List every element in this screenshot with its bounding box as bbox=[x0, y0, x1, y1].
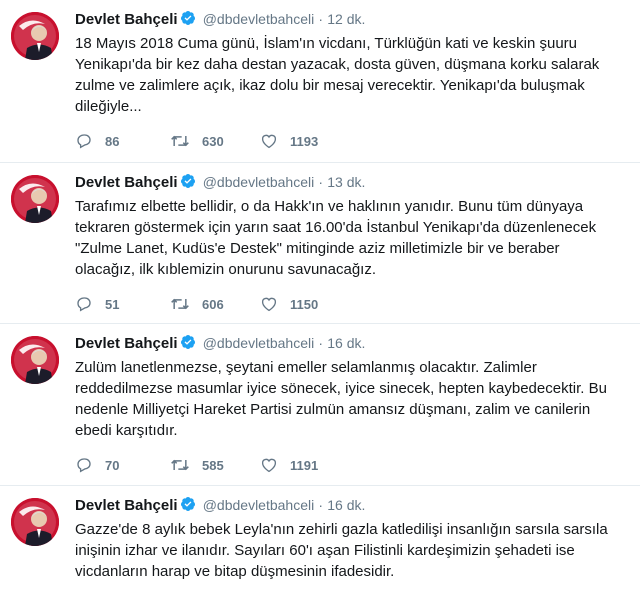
avatar[interactable] bbox=[11, 498, 59, 546]
author-name[interactable]: Devlet Bahçeli bbox=[75, 335, 178, 352]
author-name[interactable]: Devlet Bahçeli bbox=[75, 497, 178, 514]
tweet-text: Zulüm lanetlenmezse, şeytani emeller sel… bbox=[75, 359, 607, 439]
retweet-button[interactable]: 606 bbox=[170, 295, 260, 313]
tweet-text: Gazze'de 8 aylık bebek Leyla'nın zehirli… bbox=[75, 521, 608, 580]
like-count: 1191 bbox=[290, 457, 319, 473]
tweet-text: Tarafımız elbette bellidir, o da Hakk'ın… bbox=[75, 198, 597, 278]
author-name[interactable]: Devlet Bahçeli bbox=[75, 11, 178, 28]
avatar[interactable] bbox=[11, 175, 59, 223]
tweet[interactable]: Devlet Bahçeli @dbdevletbahceli · 12 dk.… bbox=[0, 0, 640, 163]
timeline: Devlet Bahçeli @dbdevletbahceli · 12 dk.… bbox=[0, 0, 640, 596]
tweet-header: Devlet Bahçeli @dbdevletbahceli · 16 dk. bbox=[75, 495, 630, 518]
tweet-timestamp[interactable]: 12 dk. bbox=[327, 11, 365, 27]
separator: · bbox=[318, 497, 324, 513]
tweet-timestamp[interactable]: 16 dk. bbox=[327, 335, 365, 351]
tweet-timestamp[interactable]: 13 dk. bbox=[327, 174, 365, 190]
tweet-timestamp[interactable]: 16 dk. bbox=[327, 497, 365, 513]
retweet-count: 606 bbox=[202, 296, 224, 312]
reply-button[interactable]: 51 bbox=[75, 295, 170, 313]
retweet-count: 585 bbox=[202, 457, 224, 473]
tweet-actions: 70 585 1191 bbox=[75, 453, 630, 477]
like-icon bbox=[260, 456, 278, 474]
reply-icon bbox=[75, 456, 93, 474]
reply-button[interactable]: 70 bbox=[75, 456, 170, 474]
like-button[interactable]: 1150 bbox=[260, 295, 350, 313]
author-name[interactable]: Devlet Bahçeli bbox=[75, 174, 178, 191]
separator: · bbox=[318, 335, 324, 351]
like-count: 1150 bbox=[290, 296, 319, 312]
tweet-actions: 51 606 1150 bbox=[75, 292, 630, 316]
separator: · bbox=[318, 11, 324, 27]
like-icon bbox=[260, 132, 278, 150]
author-handle[interactable]: @dbdevletbahceli bbox=[203, 497, 315, 513]
like-button[interactable]: 1193 bbox=[260, 132, 350, 150]
tweet-actions: 86 630 1193 bbox=[75, 129, 630, 153]
reply-icon bbox=[75, 132, 93, 150]
reply-icon bbox=[75, 295, 93, 313]
tweet-header: Devlet Bahçeli @dbdevletbahceli · 16 dk. bbox=[75, 333, 630, 356]
verified-badge-icon bbox=[180, 496, 196, 518]
author-handle[interactable]: @dbdevletbahceli bbox=[203, 335, 315, 351]
retweet-icon bbox=[170, 295, 190, 313]
verified-badge-icon bbox=[180, 173, 196, 195]
reply-button[interactable]: 86 bbox=[75, 132, 170, 150]
author-handle[interactable]: @dbdevletbahceli bbox=[203, 174, 315, 190]
separator: · bbox=[318, 174, 324, 190]
retweet-count: 630 bbox=[202, 133, 224, 149]
like-count: 1193 bbox=[290, 133, 319, 149]
retweet-button[interactable]: 630 bbox=[170, 132, 260, 150]
reply-count: 86 bbox=[105, 133, 120, 149]
like-icon bbox=[260, 295, 278, 313]
verified-badge-icon bbox=[180, 10, 196, 32]
tweet-text: 18 Mayıs 2018 Cuma günü, İslam'ın vicdan… bbox=[75, 35, 600, 115]
like-button[interactable]: 1191 bbox=[260, 456, 350, 474]
tweet-header: Devlet Bahçeli @dbdevletbahceli · 12 dk. bbox=[75, 9, 630, 32]
tweet[interactable]: Devlet Bahçeli @dbdevletbahceli · 16 dk.… bbox=[0, 324, 640, 486]
reply-count: 51 bbox=[105, 296, 120, 312]
avatar[interactable] bbox=[11, 336, 59, 384]
retweet-button[interactable]: 585 bbox=[170, 456, 260, 474]
retweet-icon bbox=[170, 132, 190, 150]
tweet-header: Devlet Bahçeli @dbdevletbahceli · 13 dk. bbox=[75, 172, 630, 195]
reply-count: 70 bbox=[105, 457, 120, 473]
author-handle[interactable]: @dbdevletbahceli bbox=[203, 11, 315, 27]
retweet-icon bbox=[170, 456, 190, 474]
tweet[interactable]: Devlet Bahçeli @dbdevletbahceli · 16 dk.… bbox=[0, 486, 640, 596]
avatar[interactable] bbox=[11, 12, 59, 60]
verified-badge-icon bbox=[180, 334, 196, 356]
tweet[interactable]: Devlet Bahçeli @dbdevletbahceli · 13 dk.… bbox=[0, 163, 640, 324]
